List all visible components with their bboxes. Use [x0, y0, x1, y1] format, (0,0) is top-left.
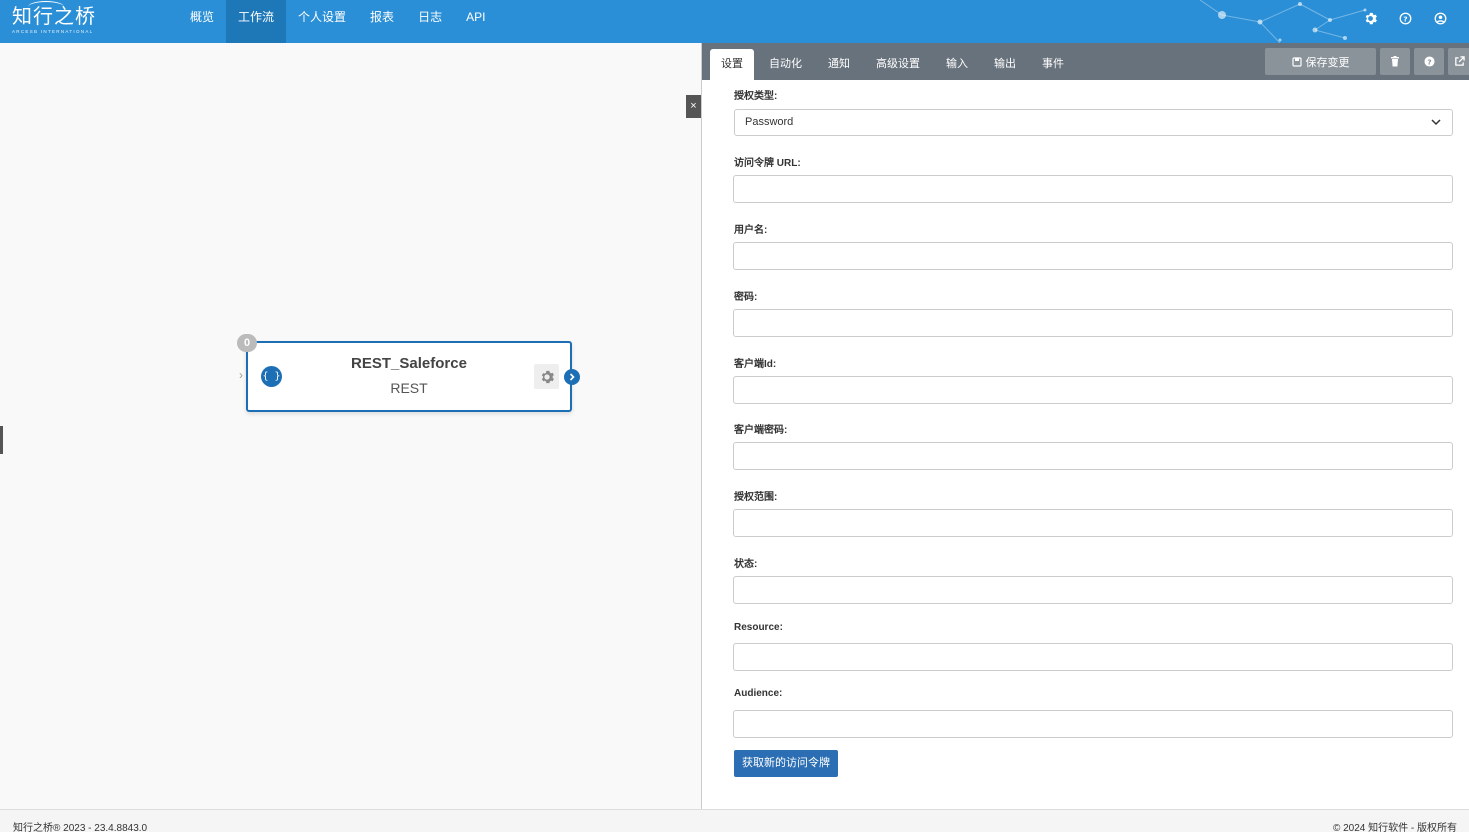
- client-secret-input[interactable]: [733, 442, 1453, 470]
- password-input[interactable]: [733, 309, 1453, 337]
- client-id-label: 客户端Id:: [734, 359, 777, 370]
- token-url-input[interactable]: [733, 175, 1453, 203]
- tab-output[interactable]: 输出: [983, 49, 1027, 80]
- network-decoration: [1199, 0, 1367, 43]
- logo-arc: [28, 1, 64, 13]
- external-link-icon: [1454, 56, 1465, 66]
- tab-notifications[interactable]: 通知: [817, 49, 861, 80]
- tab-settings[interactable]: 设置: [710, 49, 754, 80]
- panel-actions: 保存变更 ?: [1265, 48, 1469, 75]
- tab-input[interactable]: 输入: [935, 49, 979, 80]
- audience-label: Audience:: [734, 688, 783, 699]
- open-external-button[interactable]: [1448, 48, 1469, 75]
- resource-input[interactable]: [733, 643, 1453, 671]
- chevron-down-icon: [1431, 119, 1441, 126]
- token-url-label: 访问令牌 URL:: [734, 158, 801, 169]
- node-input-arrow-icon[interactable]: ›: [239, 368, 243, 382]
- save-changes-label: 保存变更: [1305, 56, 1350, 69]
- username-input[interactable]: [733, 242, 1453, 270]
- svg-text:?: ?: [1427, 57, 1431, 66]
- scope-input[interactable]: [733, 509, 1453, 537]
- tab-events[interactable]: 事件: [1031, 49, 1075, 80]
- help-icon: ?: [1423, 56, 1435, 67]
- footer-version: 知行之桥® 2023 - 23.4.8843.0: [13, 823, 148, 832]
- brand-logo[interactable]: 知行之桥 ARCESB INTERNATIONAL: [12, 1, 96, 35]
- tab-advanced[interactable]: 高级设置: [865, 49, 931, 80]
- gear-icon[interactable]: [1361, 9, 1379, 27]
- nav-item-logs[interactable]: 日志: [406, 0, 454, 43]
- client-id-input[interactable]: [733, 376, 1453, 404]
- auth-type-value: Password: [745, 116, 794, 128]
- settings-panel: 设置 自动化 通知 高级设置 输入 输出 事件 保存变更 ? 授权类型: Pas…: [701, 43, 1469, 809]
- top-icons: ?: [1361, 9, 1449, 27]
- connector-node[interactable]: 0 › { } REST_Saleforce REST: [237, 334, 580, 412]
- user-icon[interactable]: [1431, 9, 1449, 27]
- logo-subtext: ARCESB INTERNATIONAL: [12, 29, 94, 34]
- node-title: REST_Saleforce: [351, 355, 467, 372]
- auth-type-select[interactable]: Password: [734, 109, 1453, 136]
- resource-label: Resource:: [734, 622, 783, 633]
- footer-copyright: © 2024 知行软件 - 版权所有: [1332, 823, 1457, 832]
- sidebar-toggle-handle[interactable]: [0, 426, 3, 454]
- node-count-badge: 0: [237, 334, 257, 352]
- node-output-arrow-icon[interactable]: [564, 369, 580, 385]
- close-panel-button[interactable]: ×: [686, 95, 701, 118]
- nav-item-api[interactable]: API: [454, 0, 497, 43]
- nav-item-workflow[interactable]: 工作流: [226, 0, 287, 43]
- main-nav: 概览 工作流 个人设置 报表 日志 API: [178, 0, 497, 43]
- tab-automation[interactable]: 自动化: [758, 49, 813, 80]
- auth-type-label: 授权类型:: [734, 91, 778, 102]
- username-label: 用户名:: [734, 225, 768, 236]
- panel-tabbar: 设置 自动化 通知 高级设置 输入 输出 事件 保存变更 ?: [702, 43, 1469, 80]
- password-label: 密码:: [734, 292, 758, 303]
- trash-icon: [1391, 56, 1399, 67]
- state-label: 状态:: [734, 559, 758, 570]
- panel-tabs: 设置 自动化 通知 高级设置 输入 输出 事件: [710, 49, 1079, 80]
- save-icon: [1291, 56, 1302, 67]
- scope-label: 授权范围:: [734, 492, 778, 503]
- save-changes-button[interactable]: 保存变更: [1265, 48, 1376, 75]
- nav-item-reports[interactable]: 报表: [358, 0, 406, 43]
- nav-item-profile[interactable]: 个人设置: [286, 0, 358, 43]
- help-icon[interactable]: ?: [1396, 9, 1414, 27]
- node-settings-icon[interactable]: [534, 364, 559, 389]
- nav-item-overview[interactable]: 概览: [178, 0, 226, 43]
- svg-text:?: ?: [1403, 14, 1407, 23]
- footer: 知行之桥® 2023 - 23.4.8843.0 © 2024 知行软件 - 版…: [0, 809, 1469, 832]
- node-subtitle: REST: [390, 380, 428, 396]
- help-button[interactable]: ?: [1414, 48, 1444, 75]
- delete-button[interactable]: [1380, 48, 1410, 75]
- top-navbar: 知行之桥 ARCESB INTERNATIONAL 概览 工作流 个人设置 报表…: [0, 0, 1469, 43]
- client-secret-label: 客户端密码:: [734, 425, 788, 436]
- audience-input[interactable]: [733, 710, 1453, 738]
- get-access-token-button[interactable]: 获取新的访问令牌: [734, 750, 838, 777]
- state-input[interactable]: [733, 576, 1453, 604]
- workflow-canvas[interactable]: × 0 › { } REST_Saleforce REST: [0, 43, 701, 809]
